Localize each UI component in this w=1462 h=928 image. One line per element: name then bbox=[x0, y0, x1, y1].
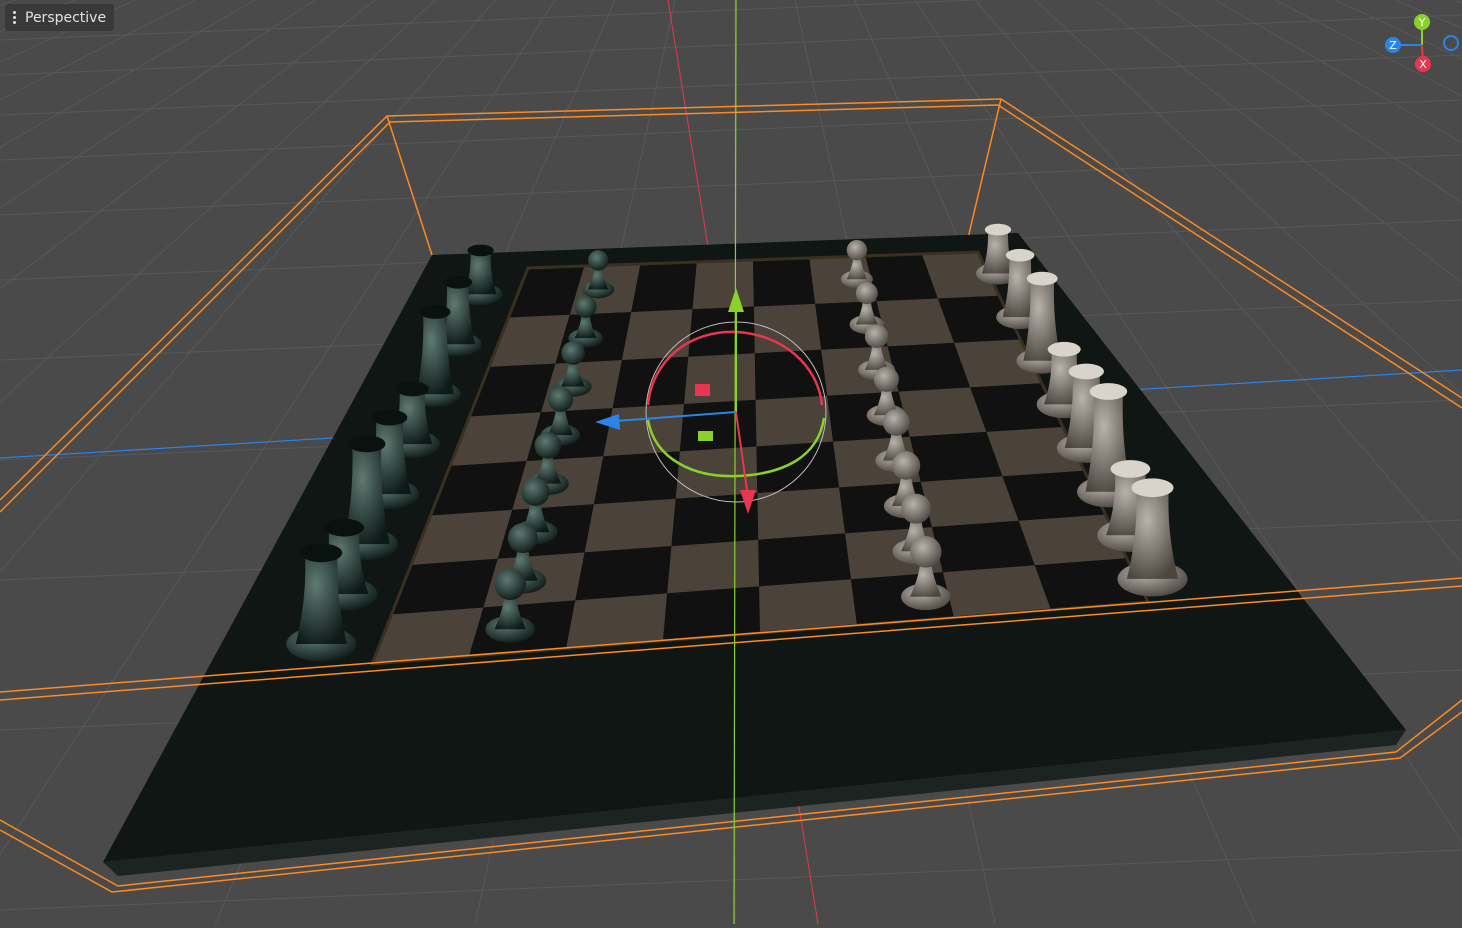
gizmo-xz-plane-handle[interactable] bbox=[698, 431, 713, 441]
vertical-dots-icon bbox=[13, 11, 17, 24]
orientation-x-label: X bbox=[1419, 58, 1427, 71]
orientation-z-label: Z bbox=[1389, 39, 1397, 52]
orientation-y-label: Y bbox=[1418, 16, 1426, 29]
orientation-gizmo[interactable]: Y Z X bbox=[1385, 14, 1459, 72]
3d-viewport[interactable]: Y Z X Perspective bbox=[0, 0, 1462, 925]
gizmo-xy-plane-handle[interactable] bbox=[695, 384, 710, 396]
view-mode-label: Perspective bbox=[25, 9, 107, 26]
scene-canvas[interactable]: Y Z X bbox=[0, 0, 1462, 925]
view-menu-button[interactable]: Perspective bbox=[5, 4, 115, 31]
orientation-neg-z-button[interactable] bbox=[1443, 35, 1459, 51]
